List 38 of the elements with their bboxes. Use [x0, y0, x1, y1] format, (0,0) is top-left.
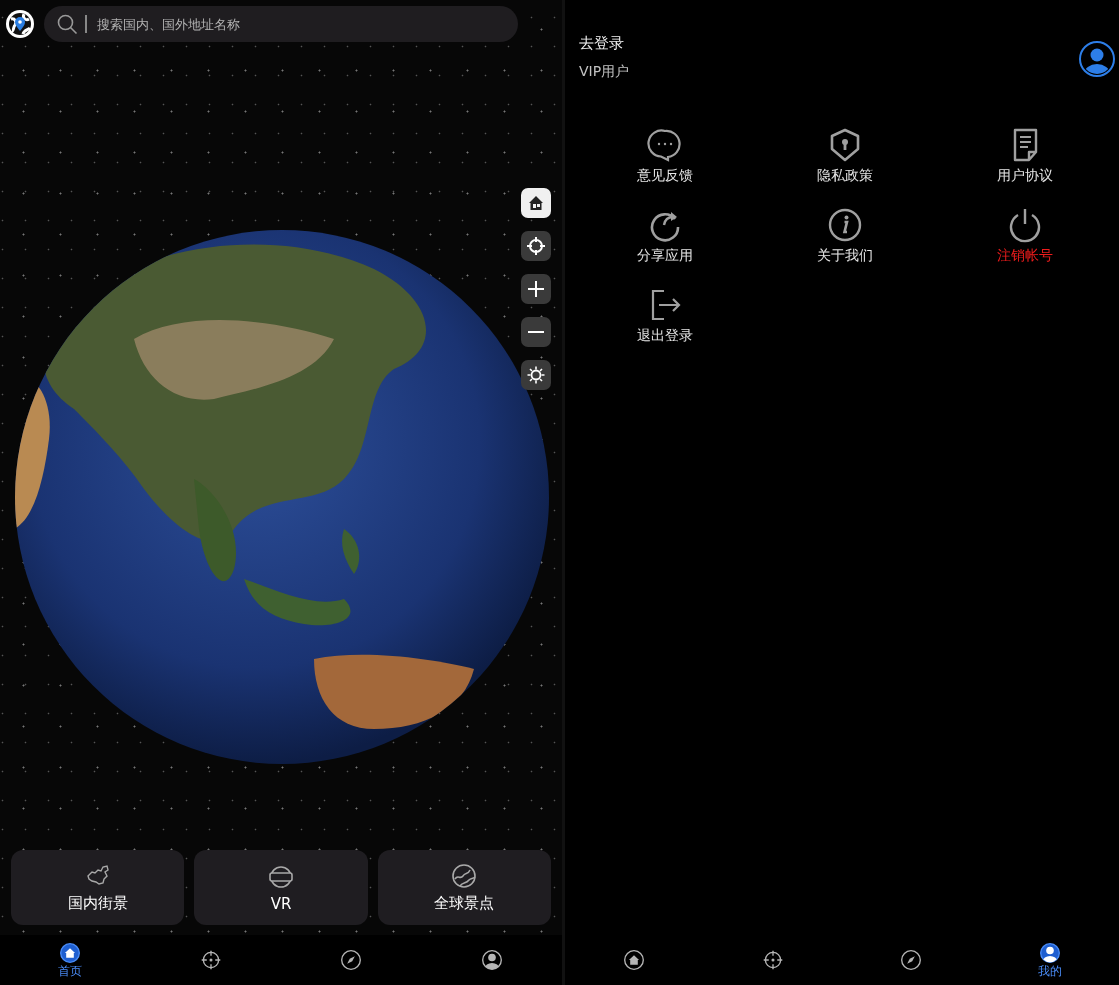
power-icon [1007, 207, 1043, 243]
crosshair-icon [761, 949, 784, 971]
compass-icon [900, 949, 923, 971]
menu-item[interactable]: 退出登录 [575, 287, 755, 345]
feature-card[interactable]: VR [194, 850, 368, 925]
globe-pin-icon[interactable] [5, 9, 35, 39]
avatar-icon[interactable] [1079, 41, 1115, 77]
map-control-button[interactable] [521, 188, 551, 218]
map-control-button[interactable] [521, 274, 551, 304]
tab-bar-item[interactable]: 首页 [0, 935, 141, 985]
membership-label: VIP用户 [579, 62, 630, 80]
map-control-button[interactable] [521, 231, 551, 261]
info-icon [827, 207, 863, 243]
map-control-button[interactable] [521, 317, 551, 347]
menu-item[interactable]: 分享应用 [575, 207, 755, 265]
tab-bar-item[interactable]: 我的 [980, 935, 1119, 985]
home-icon [623, 949, 646, 971]
menu-item[interactable]: 注销帐号 [935, 207, 1115, 265]
login-link[interactable]: 去登录 [579, 33, 630, 53]
user-icon [480, 949, 503, 971]
search-field[interactable]: 搜索国内、国外地址名称 [44, 6, 518, 42]
feature-card[interactable]: 全球景点 [377, 850, 551, 925]
crosshair-icon [199, 949, 222, 971]
menu-item[interactable]: 隐私政策 [755, 127, 935, 185]
compass-icon [340, 949, 363, 971]
home-icon [59, 942, 82, 964]
menu-item[interactable]: 意见反馈 [575, 127, 755, 185]
map-control-button[interactable] [521, 360, 551, 390]
menu-item[interactable]: 关于我们 [755, 207, 935, 265]
search-icon [57, 14, 78, 35]
user-icon [1038, 942, 1061, 964]
crosshair-icon [526, 236, 546, 256]
chat-bubble-icon [647, 127, 683, 163]
zoom-in-icon [526, 279, 546, 299]
sun-icon [526, 365, 546, 385]
feature-card[interactable]: 国内街景 [11, 850, 185, 925]
globe-icon [450, 862, 479, 890]
menu-item[interactable]: 用户协议 [935, 127, 1115, 185]
